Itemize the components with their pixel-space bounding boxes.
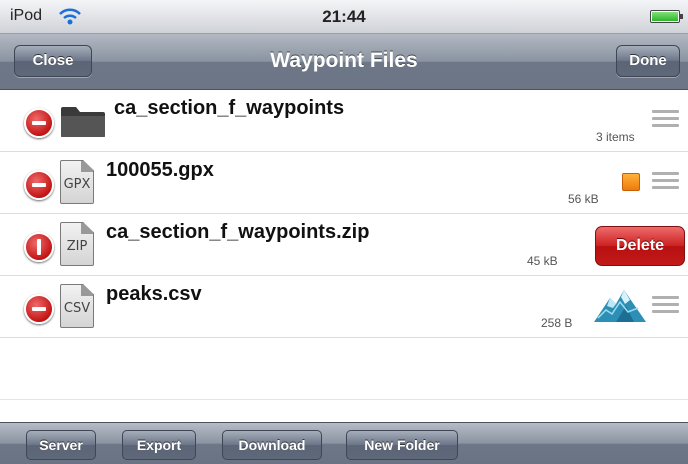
battery-icon [650, 10, 683, 23]
new-folder-button[interactable]: New Folder [346, 430, 458, 460]
gpx-file-icon: GPX [60, 160, 94, 204]
file-meta: 258 B [541, 316, 573, 330]
file-meta: 56 kB [568, 192, 599, 206]
delete-toggle-icon[interactable] [24, 108, 54, 138]
export-button[interactable]: Export [122, 430, 196, 460]
navigation-bar: Close Waypoint Files Done [0, 34, 688, 90]
download-button[interactable]: Download [222, 430, 322, 460]
list-item[interactable]: GPX 100055.gpx 56 kB [0, 152, 688, 214]
file-meta: 45 kB [527, 254, 558, 268]
file-name: 100055.gpx [106, 159, 214, 181]
list-item[interactable]: ZIP ca_section_f_waypoints.zip 45 kB Del… [0, 214, 688, 276]
delete-toggle-icon[interactable] [24, 294, 54, 324]
reorder-handle-icon[interactable] [652, 296, 679, 314]
file-meta: 3 items [596, 130, 635, 144]
delete-toggle-icon[interactable] [24, 170, 54, 200]
file-extension: CSV [63, 301, 91, 316]
folder-icon [61, 107, 105, 137]
orange-marker-icon [622, 173, 640, 191]
file-name: ca_section_f_waypoints.zip [106, 221, 370, 243]
status-bar: iPod 21:44 [0, 0, 688, 34]
file-name: peaks.csv [106, 283, 202, 305]
page-title: Waypoint Files [270, 49, 418, 72]
zip-file-icon: ZIP [60, 222, 94, 266]
empty-row [0, 338, 688, 400]
done-button[interactable]: Done [616, 45, 680, 77]
server-button[interactable]: Server [26, 430, 96, 460]
list-item[interactable]: ca_section_f_waypoints 3 items [0, 90, 688, 152]
mountain-icon [594, 290, 646, 322]
reorder-handle-icon[interactable] [652, 110, 679, 128]
file-list: ca_section_f_waypoints 3 items GPX 10005… [0, 90, 688, 422]
file-extension: ZIP [66, 239, 88, 254]
csv-file-icon: CSV [60, 284, 94, 328]
reorder-handle-icon[interactable] [652, 172, 679, 190]
bottom-toolbar: Server Export Download New Folder [0, 422, 688, 464]
list-item[interactable]: CSV peaks.csv 258 B [0, 276, 688, 338]
delete-toggle-icon[interactable] [24, 232, 54, 262]
file-extension: GPX [63, 177, 91, 192]
clock: 21:44 [322, 7, 366, 26]
file-name: ca_section_f_waypoints [114, 97, 345, 119]
delete-button[interactable]: Delete [595, 226, 685, 266]
